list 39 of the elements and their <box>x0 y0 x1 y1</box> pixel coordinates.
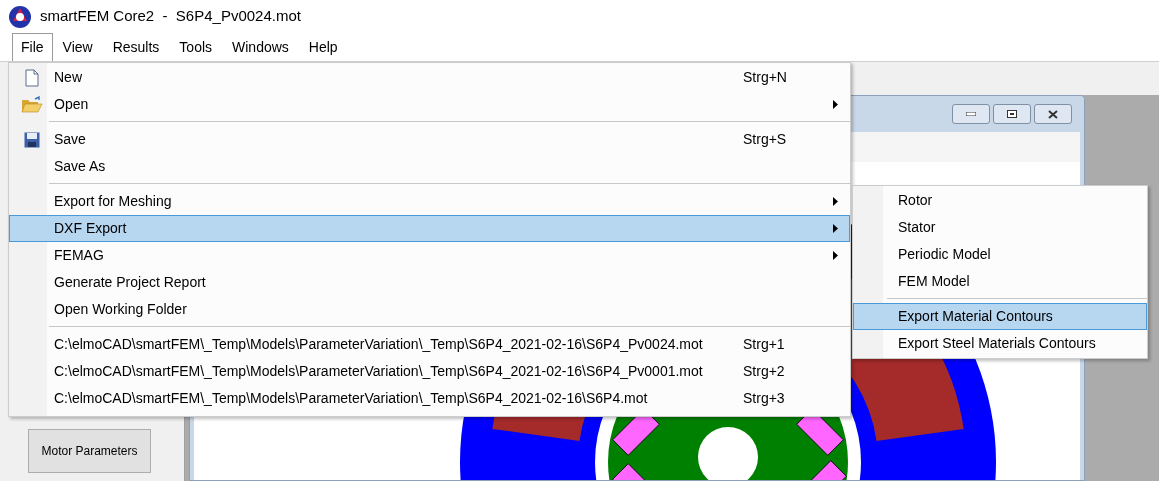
maximize-button[interactable] <box>993 104 1031 124</box>
submenu-item[interactable]: FEM Model <box>853 268 1147 295</box>
window-title: smartFEM Core2 - S6P4_Pv0024.mot <box>40 6 301 27</box>
menu-item[interactable]: C:\elmoCAD\smartFEM\_Temp\Models\ParameterVariation\_Temp\S6P4_2021-02-16\S6P4_Pv0001.mot Strg+2 <box>9 358 850 385</box>
minimize-icon <box>966 112 976 116</box>
menu-item[interactable]: Save Strg+S <box>9 126 850 153</box>
menu-item[interactable]: New Strg+N <box>9 64 850 91</box>
shortcut-label: Strg+2 <box>743 362 786 381</box>
shortcut-label: Strg+N <box>743 68 788 87</box>
menu-bar-item[interactable]: Help <box>298 33 348 61</box>
submenu-item[interactable]: Export Steel Materials Contours <box>853 330 1147 357</box>
maximize-icon <box>1007 110 1017 118</box>
menu-item[interactable]: FEMAG <box>9 242 850 269</box>
menu-bar-item[interactable]: Windows <box>222 33 299 61</box>
motor-parameters-button[interactable]: Motor Parameters <box>28 429 151 473</box>
menu-item[interactable]: Save As <box>9 153 850 180</box>
shortcut-label: Strg+3 <box>743 389 786 408</box>
menu-item[interactable]: Export for Meshing <box>9 188 850 215</box>
folder-icon <box>21 95 43 114</box>
menu-bar-item[interactable]: File <box>12 33 53 61</box>
document-icon <box>25 68 39 87</box>
app-logo-icon <box>8 4 32 29</box>
submenu-item[interactable]: Periodic Model <box>853 241 1147 268</box>
close-icon <box>1048 109 1058 119</box>
menu-item[interactable]: Open Working Folder <box>9 296 850 323</box>
menu-item[interactable]: DXF Export <box>9 215 850 242</box>
menu-item[interactable]: C:\elmoCAD\smartFEM\_Temp\Models\ParameterVariation\_Temp\S6P4_2021-02-16\S6P4_Pv0024.mot Strg+1 <box>9 331 850 358</box>
menu-item[interactable]: Open <box>9 91 850 118</box>
menu-item[interactable]: C:\elmoCAD\smartFEM\_Temp\Models\ParameterVariation\_Temp\S6P4_2021-02-16\S6P4.mot Strg+3 <box>9 385 850 412</box>
shortcut-label: Strg+S <box>743 130 788 149</box>
menu-bar-item[interactable]: View <box>52 33 103 61</box>
close-button[interactable] <box>1034 104 1072 124</box>
submenu-item[interactable]: Export Material Contours <box>853 303 1147 330</box>
menu-item[interactable]: Generate Project Report <box>9 269 850 296</box>
submenu-item[interactable]: Rotor <box>853 187 1147 214</box>
submenu-item[interactable]: Stator <box>853 214 1147 241</box>
shortcut-label: Strg+1 <box>743 335 786 354</box>
menu-bar-item[interactable]: Results <box>102 33 170 61</box>
menu-bar-item[interactable]: Tools <box>169 33 223 61</box>
